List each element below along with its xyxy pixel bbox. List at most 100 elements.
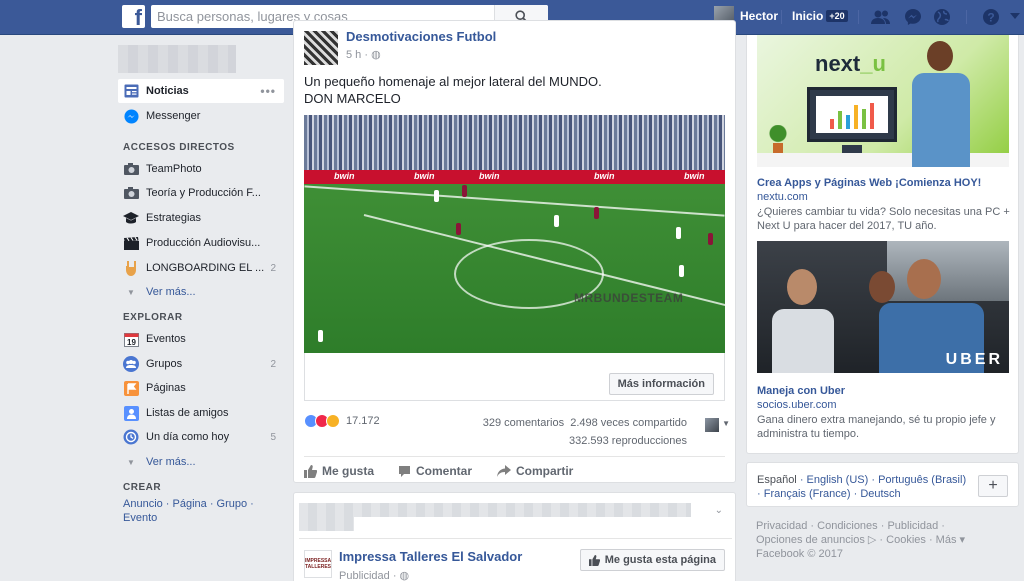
sponsored-text: Publicidad · <box>339 570 400 581</box>
more-options-icon[interactable]: ••• <box>260 84 276 98</box>
flag-icon <box>123 380 139 396</box>
friend-requests-icon[interactable] <box>871 7 891 27</box>
sidebar-item-news-feed[interactable]: Noticias ••• <box>118 79 284 103</box>
sidebar-item-shortcut[interactable]: LONGBOARDING EL ... 2 <box>118 256 284 280</box>
language-selector: Español · English (US) · Português (Bras… <box>746 462 1019 507</box>
ad-image-nextu[interactable]: next_u <box>757 35 1009 167</box>
player <box>434 190 439 202</box>
sponsored-page-name[interactable]: Impressa Talleres El Salvador <box>339 549 522 564</box>
sidebar-item-label: Noticias <box>146 85 189 97</box>
board-text: bwin <box>334 171 355 181</box>
post-text-line: Un pequeño homenaje al mejor lateral del… <box>304 74 602 89</box>
plant-illustration <box>769 125 787 153</box>
page-logo[interactable]: IMPRESSA TALLERES <box>304 550 332 578</box>
sidebar-item-label: TeamPhoto <box>146 163 202 175</box>
ad-description: Gana dinero extra manejando, sé tu propi… <box>757 414 996 440</box>
footer-line[interactable]: Opciones de anuncios ▷ · Cookies · Más ▾ <box>756 533 986 547</box>
chart-bar <box>862 109 866 129</box>
link-preview[interactable]: Más información <box>304 353 725 401</box>
like-button[interactable]: Me gusta <box>304 464 374 478</box>
ad-image-uber[interactable]: UBER <box>757 241 1009 373</box>
home-link[interactable]: Inicio +20 <box>792 9 848 23</box>
language-link[interactable]: Português (Brasil) <box>878 474 966 486</box>
footer-line[interactable]: Privacidad · Condiciones · Publicidad · <box>756 519 986 533</box>
monitor-stand <box>842 145 862 153</box>
haha-reaction-icon <box>326 414 340 428</box>
chevron-down-icon: ▼ <box>127 287 135 297</box>
footer-links-more[interactable]: · Cookies · Más ▾ <box>876 534 965 546</box>
help-icon[interactable]: ? <box>981 7 1001 27</box>
sidebar-item-messenger[interactable]: Messenger <box>118 104 284 128</box>
sidebar-item-label: Eventos <box>146 333 186 345</box>
comment-button[interactable]: Comentar <box>398 464 472 478</box>
shares-count[interactable]: 2.498 veces compartido <box>570 417 687 429</box>
share-as-avatar[interactable] <box>705 418 719 432</box>
share-arrow-icon <box>497 465 511 477</box>
see-more-shortcuts-link[interactable]: ▼ Ver más... <box>123 286 196 298</box>
sidebar-item-pages[interactable]: Páginas <box>118 376 284 400</box>
see-more-label: Ver más... <box>146 456 196 468</box>
share-button[interactable]: Compartir <box>497 464 573 478</box>
divider <box>858 10 859 24</box>
add-language-button[interactable]: + <box>978 475 1008 497</box>
sidebar-item-shortcut[interactable]: Producción Audiovisu... <box>118 231 284 255</box>
count-badge: 2 <box>270 358 276 370</box>
create-heading: CREAR <box>123 482 162 493</box>
sidebar-item-on-this-day[interactable]: Un día como hoy 5 <box>118 425 284 449</box>
see-more-explore-link[interactable]: ▼ Ver más... <box>123 456 196 468</box>
blurred-text <box>299 503 691 517</box>
home-badge: +20 <box>826 10 848 22</box>
sidebar-item-shortcut[interactable]: TeamPhoto <box>118 157 284 181</box>
pitch-line <box>304 185 725 217</box>
ad-choices-link[interactable]: Opciones de anuncios <box>756 534 865 546</box>
chevron-down-icon[interactable]: ⌄ <box>715 505 723 516</box>
post-stats: 329 comentarios 2.498 veces compartido <box>483 417 687 429</box>
sidebar-item-label: Páginas <box>146 382 186 394</box>
language-link[interactable]: Deutsch <box>860 488 900 500</box>
person-head <box>869 271 895 303</box>
board-text: bwin <box>684 171 705 181</box>
public-globe-icon: ◍ <box>399 570 410 581</box>
messenger-icon[interactable] <box>903 7 923 27</box>
groups-icon <box>123 356 139 372</box>
sidebar-item-shortcut[interactable]: Estrategias <box>118 206 284 230</box>
sidebar-item-events[interactable]: 19 Eventos <box>118 327 284 351</box>
facebook-logo[interactable]: f <box>122 5 145 28</box>
board-text: bwin <box>594 171 615 181</box>
language-link[interactable]: Français (France) <box>764 488 851 500</box>
monitor-illustration <box>807 87 897 142</box>
sidebar-item-groups[interactable]: Grupos 2 <box>118 352 284 376</box>
like-page-button[interactable]: Me gusta esta página <box>579 549 725 571</box>
page-avatar[interactable] <box>304 31 338 65</box>
sidebar-item-shortcut[interactable]: Teoría y Producción F... <box>118 181 284 205</box>
ad-url[interactable]: socios.uber.com <box>757 399 836 411</box>
language-link[interactable]: English (US) <box>807 474 869 486</box>
more-info-button[interactable]: Más información <box>608 373 714 395</box>
caret-down-icon[interactable]: ▼ <box>722 419 730 428</box>
person-illustration <box>907 35 977 167</box>
account-menu-icon[interactable] <box>1005 7 1024 27</box>
sponsored-label: Publicidad · ◍ <box>339 569 409 581</box>
user-name: Hector <box>740 9 779 23</box>
reactions-summary[interactable]: 17.172 <box>304 414 380 428</box>
post-timestamp[interactable]: 5 h · ◍ <box>346 48 381 61</box>
post-page-name[interactable]: Desmotivaciones Futbol <box>346 29 496 44</box>
sidebar-item-friend-lists[interactable]: Listas de amigos <box>118 401 284 425</box>
language-list: Español · English (US) · Português (Bras… <box>757 474 967 500</box>
like-page-label: Me gusta esta página <box>604 554 716 566</box>
ad-url[interactable]: nextu.com <box>757 191 808 203</box>
create-links[interactable]: Anuncio · Página · Grupo · Evento <box>123 497 273 525</box>
ad-title[interactable]: Crea Apps y Páginas Web ¡Comienza HOY! <box>757 177 981 189</box>
shortcuts-heading: ACCESOS DIRECTOS <box>123 142 235 153</box>
video-player[interactable]: bwin bwin bwin bwin bwin MRBUNDESTEAM <box>304 115 725 353</box>
blurred-text <box>299 517 354 531</box>
player <box>676 227 681 239</box>
ad-title[interactable]: Maneja con Uber <box>757 385 845 397</box>
player <box>594 207 599 219</box>
comments-count[interactable]: 329 comentarios <box>483 417 564 429</box>
public-globe-icon: ◍ <box>371 49 381 61</box>
video-watermark: MRBUNDESTEAM <box>574 291 684 305</box>
globe-notifications-icon[interactable] <box>932 7 952 27</box>
person-head <box>907 259 941 299</box>
home-label: Inicio <box>792 9 824 23</box>
